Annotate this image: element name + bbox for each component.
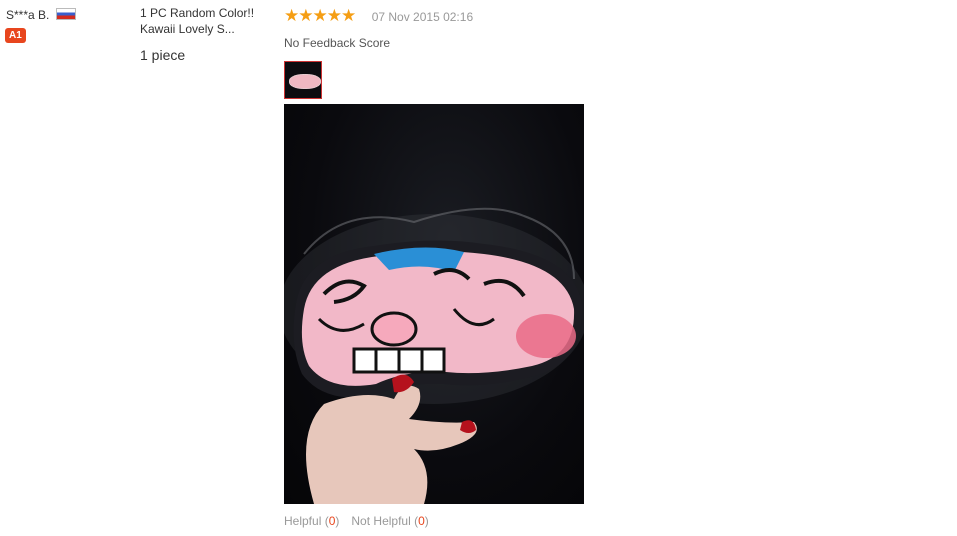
not-helpful-label[interactable]: Not Helpful: [351, 514, 410, 528]
review-date: 07 Nov 2015 02:16: [371, 10, 474, 24]
buyer-level-badge: A1: [5, 28, 26, 43]
buyer-name[interactable]: S***a B.: [6, 8, 49, 22]
product-quantity: 1 piece: [140, 47, 186, 63]
helpful-count: 0: [328, 514, 336, 528]
star-icon: ★: [312, 6, 328, 25]
helpful-button[interactable]: Helpful (0): [284, 514, 339, 528]
star-icon: ★: [284, 6, 300, 25]
review-content: ★★★★★ 07 Nov 2015 02:16 No Feedback Scor…: [284, 6, 584, 505]
vote-bar: Helpful (0) Not Helpful (0): [284, 514, 429, 528]
not-helpful-button[interactable]: Not Helpful (0): [351, 514, 428, 528]
helpful-label[interactable]: Helpful: [284, 514, 321, 528]
review-photo-thumbnail[interactable]: [284, 61, 322, 100]
feedback-score: No Feedback Score: [284, 36, 391, 51]
product-title[interactable]: 1 PC Random Color!! Kawaii Lovely S...: [140, 5, 275, 37]
product-title-line-2[interactable]: Kawaii Lovely S...: [140, 21, 275, 37]
thumbnail-image: [289, 74, 321, 90]
product-title-line-1[interactable]: 1 PC Random Color!!: [140, 5, 275, 21]
product-info: 1 PC Random Color!! Kawaii Lovely S... 1…: [140, 5, 275, 63]
not-helpful-count: 0: [418, 514, 425, 528]
flag-icon: [55, 8, 76, 20]
eye-mask-photo-image: [284, 208, 584, 505]
buyer-info: S***a B.: [6, 8, 126, 26]
star-icon: ★: [326, 6, 342, 25]
star-rating: ★★★★★: [284, 6, 357, 26]
star-icon: ★: [298, 6, 314, 25]
star-icon: ★: [341, 6, 357, 25]
review-photo: [284, 104, 584, 505]
